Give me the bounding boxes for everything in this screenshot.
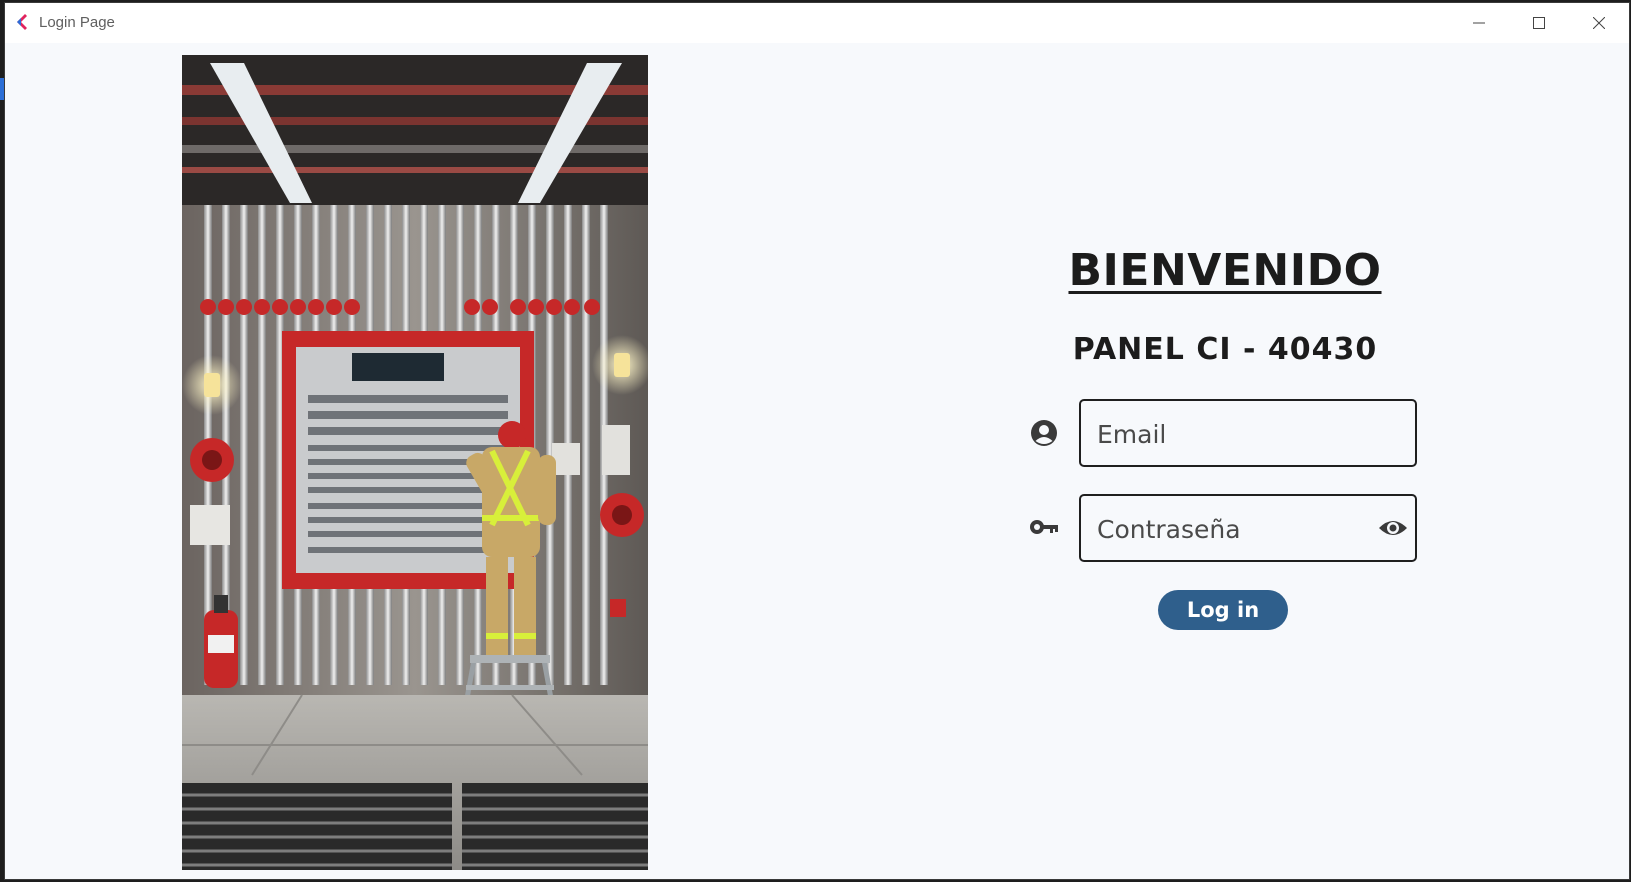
key-icon (1028, 511, 1060, 543)
login-window: Login Page BIENVENIDO PANEL CI - 40430 E… (4, 2, 1630, 880)
email-field[interactable] (1079, 399, 1417, 467)
email-input[interactable] (1095, 401, 1359, 467)
login-form: BIENVENIDO PANEL CI - 40430 Email Log in (5, 3, 1629, 879)
password-field[interactable] (1079, 494, 1417, 562)
password-input[interactable] (1095, 496, 1359, 562)
login-button[interactable]: Log in (1158, 590, 1288, 630)
panel-subtitle: PANEL CI - 40430 (1072, 332, 1378, 367)
eye-icon (1379, 521, 1407, 535)
welcome-heading: BIENVENIDO (1068, 245, 1382, 296)
show-password-button[interactable] (1377, 514, 1409, 542)
user-circle-icon (1028, 417, 1060, 449)
